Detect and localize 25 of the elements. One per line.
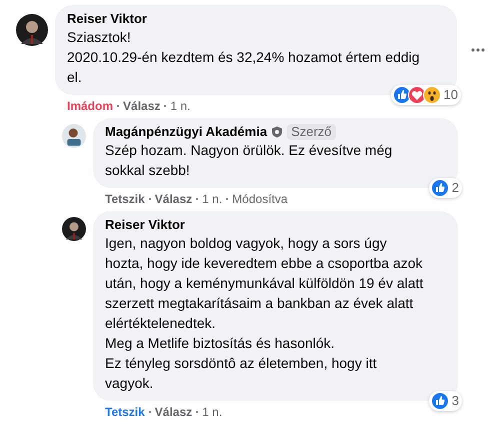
more-options-icon[interactable] — [471, 48, 485, 52]
reply-link[interactable]: Válasz — [123, 99, 160, 113]
comment-text: Sziasztok! 2020.10.29-én kezdtem és 32,24% hozamot értem eddig el. — [67, 28, 421, 87]
comment-text: Igen, nagyon boldog vagyok, hogy a sors úgy hozta, hogy ide keveredtem ebbe a csoportba azok után, hogy a keménymunkával külföldön 19 év alatt szerzett megtakarításaim a bankban az évek alatt elértéktelenedtek. Meg a Metlife biztosítás és hasonlók. Ez tényleg sorsdöntô az életemben, hogy itt vagyok. — [105, 234, 424, 393]
avatar[interactable] — [62, 217, 86, 241]
timestamp[interactable]: 1 n. — [170, 99, 190, 113]
react-link[interactable]: Tetszik — [105, 192, 145, 206]
author-name[interactable]: Reiser Viktor — [67, 11, 147, 27]
avatar[interactable] — [16, 14, 48, 46]
reaction-summary[interactable]: 2 — [428, 178, 462, 198]
reaction-summary[interactable]: 3 — [428, 391, 462, 411]
comment-text: Szép hozam. Nagyon örülök. Ez évesítve még sokkal szebb! — [105, 141, 394, 180]
reply-link[interactable]: Válasz — [154, 405, 192, 419]
timestamp[interactable]: 1 n. — [202, 405, 222, 419]
reaction-summary[interactable]: 10 — [390, 85, 461, 105]
author-badge: Szerző — [287, 124, 336, 140]
author-name[interactable]: Magánpénzügyi Akadémia — [105, 124, 268, 140]
reply-link[interactable]: Válasz — [154, 192, 192, 206]
edited-label[interactable]: Módosítva — [232, 192, 288, 206]
avatar[interactable] — [62, 124, 86, 148]
react-link[interactable]: Imádom — [67, 99, 114, 113]
author-name[interactable]: Reiser Viktor — [105, 217, 185, 233]
shield-icon — [271, 126, 284, 138]
react-link[interactable]: Tetszik — [105, 405, 145, 419]
timestamp[interactable]: 1 n. — [202, 192, 222, 206]
